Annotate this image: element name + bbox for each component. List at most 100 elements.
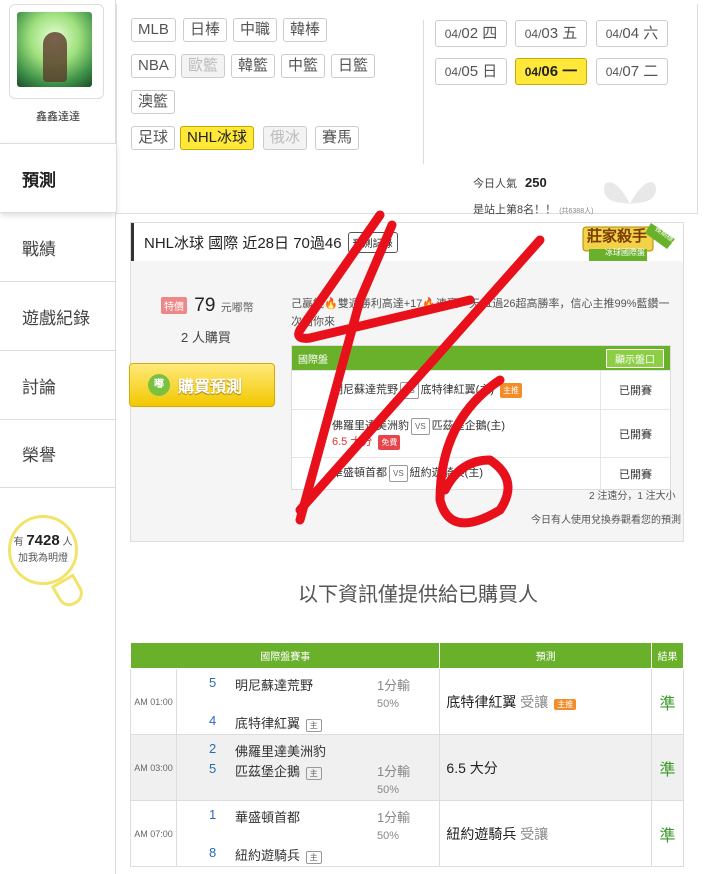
league-cn-bball[interactable]: 中籃 — [281, 54, 326, 78]
date-0405[interactable]: 04/05 日 — [435, 58, 507, 85]
line-pct: 50% — [376, 830, 399, 842]
nav-record[interactable]: 戰績 — [0, 212, 116, 281]
league-ru-hockey[interactable]: 俄冰 — [263, 126, 308, 150]
date-md: 04/ — [605, 65, 623, 79]
line-value: 1分輸 — [376, 764, 411, 779]
pop-label: 今日人氣 — [473, 178, 517, 190]
pick-teams: 明尼蘇達荒野 VS 底特律紅翼(主) 主推 — [292, 381, 600, 399]
date-0407[interactable]: 04/07 二 — [596, 58, 668, 85]
avatar-frame[interactable] — [9, 4, 104, 99]
info-notice: 以下資訊僅提供給已購買人 — [298, 584, 538, 606]
header-games: 國際盤賽事 — [129, 642, 441, 669]
home-tag: 主 — [305, 851, 322, 864]
date-0402[interactable]: 04/02 四 — [435, 20, 507, 47]
pred-tag: 主推 — [554, 698, 577, 710]
buyers-count: 2 人購買 — [181, 330, 231, 345]
prediction-cell: 底特律紅翼 受讓 主推 — [439, 668, 653, 735]
team-away: 佛羅里達美洲豹 — [332, 419, 409, 432]
home-tag: 主 — [305, 767, 322, 780]
pick-table-header: 國際盤 顯示盤口 — [292, 346, 670, 370]
away-rank: 1 — [208, 807, 217, 822]
pred-note: 受讓 — [520, 825, 549, 842]
game-cell: 5 明尼蘇達荒野 4 底特律紅翼 主 1分輸 50% — [175, 668, 441, 735]
game-time: AM 07:00 — [130, 800, 177, 867]
date-md: 04/ — [605, 27, 623, 41]
avatar[interactable] — [17, 12, 92, 87]
date-0404[interactable]: 04/04 六 — [596, 20, 668, 47]
pick-row: 華盛頓首都 VS 紐約遊騎兵(主) 已開賽 — [292, 457, 670, 489]
free-tag: 免費 — [378, 434, 401, 450]
pred-pick: 紐約遊騎兵 — [446, 825, 517, 842]
league-cpbl[interactable]: 中職 — [233, 18, 278, 42]
home-tag: 主 — [305, 719, 322, 732]
team-home: 底特律紅翼(主) — [420, 383, 494, 396]
away-team: 明尼蘇達荒野 — [234, 678, 313, 693]
buy-label: 購買預測 — [178, 379, 243, 396]
pred-pick: 6.5 大分 — [446, 759, 498, 776]
pick-teams: 華盛頓首都 VS 紐約遊騎兵(主) — [292, 465, 600, 482]
date-md: 04/ — [524, 65, 542, 79]
date-weekday: 四 — [482, 25, 498, 42]
date-md: 04/ — [524, 27, 542, 41]
league-nba[interactable]: NBA — [131, 54, 176, 78]
results-table: 國際盤賽事 預測 結果 AM 01:00 5 明尼蘇達荒野 4 底特律紅翼 主 … — [129, 642, 684, 867]
away-team: 華盛頓首都 — [234, 810, 300, 825]
record-button[interactable]: 預測記錄 — [347, 231, 398, 253]
prediction-cell: 紐約遊騎兵 受讓 — [439, 800, 653, 867]
date-day: 06 — [541, 63, 559, 80]
pick-table: 國際盤 顯示盤口 明尼蘇達荒野 VS 底特律紅翼(主) 主推 已開賽 佛羅里達美洲豹 V… — [291, 345, 671, 490]
game-status: 已開賽 — [600, 458, 670, 489]
buy-prediction-button[interactable]: 嘟 購買預測 — [129, 363, 275, 407]
team-away: 華盛頓首都 — [332, 467, 387, 479]
home-rank: 4 — [208, 713, 217, 728]
date-weekday: 六 — [643, 25, 659, 42]
league-mlb[interactable]: MLB — [131, 18, 176, 42]
result-cell: 準 — [651, 734, 684, 801]
league-jp-bball[interactable]: 日籃 — [331, 54, 376, 78]
price: 特價 79 元嘟幣 — [161, 295, 254, 317]
league-jp-baseball[interactable]: 日棒 — [183, 18, 228, 42]
league-kr-bball[interactable]: 韓籃 — [231, 54, 276, 78]
league-euro-bball[interactable]: 歐籃 — [181, 54, 226, 78]
nav-game-log[interactable]: 遊戲紀錄 — [0, 281, 116, 350]
away-rank: 5 — [208, 675, 217, 690]
featured-tag: 主推 — [500, 382, 522, 398]
fans-count: 7428 — [26, 532, 60, 549]
rank-note: (共6388人) — [559, 208, 594, 215]
nav-discussion[interactable]: 討論 — [0, 350, 116, 419]
nav-predict[interactable]: 預測 — [0, 143, 116, 212]
vs-icon: VS — [400, 381, 419, 399]
pick-summary: 2 注遠分，1 注大小 — [589, 491, 676, 502]
league-soccer[interactable]: 足球 — [131, 126, 176, 150]
result-cell: 準 — [651, 668, 684, 735]
line-pct: 50% — [376, 698, 399, 710]
nav-honor[interactable]: 榮譽 — [0, 419, 116, 488]
table-row: AM 01:00 5 明尼蘇達荒野 4 底特律紅翼 主 1分輸 50% 底特律紅翼… — [130, 668, 684, 735]
show-lines-button[interactable]: 顯示盤口 — [606, 348, 664, 368]
sidebar: 鑫鑫達達 預測 戰績 遊戲紀錄 討論 榮譽 有 7428 人 加我為明燈 — [0, 0, 116, 874]
main-content: MLB 日棒 中職 韓棒 NBA 歐籃 韓籃 中籃 日籃 澳籃 足球 NHL冰球… — [116, 0, 720, 874]
away-team: 佛羅里達美洲豹 — [234, 744, 326, 759]
date-0403[interactable]: 04/03 五 — [515, 20, 587, 47]
league-kbo[interactable]: 韓棒 — [283, 18, 328, 42]
date-0406[interactable]: 04/06 一 — [515, 58, 587, 85]
league-horse[interactable]: 賽馬 — [315, 126, 360, 150]
line-value: 1分輸 — [376, 678, 411, 693]
game-time: AM 03:00 — [130, 734, 177, 801]
team-home: 匹茲堡企鵝(主) — [431, 419, 505, 432]
badge-sub: 冰球國際盤 — [605, 248, 645, 257]
line-info: 1分輸 50% — [377, 677, 410, 713]
date-md: 04/ — [444, 27, 462, 41]
divider — [423, 20, 424, 164]
league-au-bball[interactable]: 澳籃 — [131, 90, 176, 114]
line-info: 1分輸 50% — [377, 809, 410, 845]
butterfly-icon — [604, 182, 656, 204]
header-result: 結果 — [651, 642, 684, 669]
username[interactable]: 鑫鑫達達 — [0, 108, 116, 124]
league-nhl[interactable]: NHL冰球 — [180, 126, 255, 150]
coupon-note: 今日有人使用兌換券觀看您的預測 — [531, 515, 681, 526]
fans-bulb[interactable]: 有 7428 人 加我為明燈 — [8, 515, 78, 585]
date-day: 02 — [461, 25, 479, 42]
date-weekday: 五 — [562, 25, 578, 42]
game-cell: 2 佛羅里達美洲豹 5 匹茲堡企鵝 主 1分輸 50% — [175, 734, 441, 801]
